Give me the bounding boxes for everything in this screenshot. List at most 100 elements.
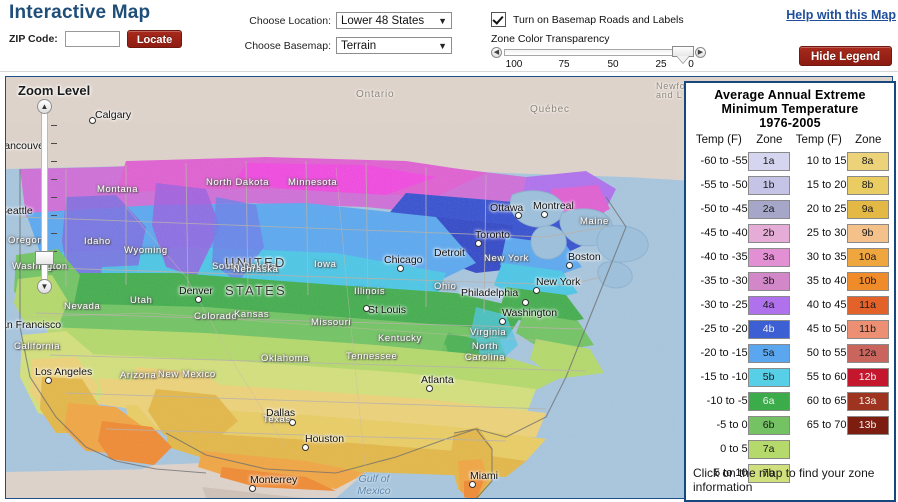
zone-swatch-13b[interactable]: 13b <box>846 415 889 435</box>
legend-row: -35 to -30 3b 35 to 40 10b <box>690 269 890 293</box>
zone-swatch-1a[interactable]: 1a <box>747 151 790 171</box>
legend-zone-cell: 12a <box>846 341 890 365</box>
legend-temp-range: 45 to 50 <box>806 323 847 335</box>
legend-row: -50 to -45 2a 20 to 25 9a <box>690 197 890 221</box>
choose-basemap-row: Choose Basemap: Terrain ▼ <box>239 37 452 54</box>
location-select-value: Lower 48 States <box>341 15 425 27</box>
zone-swatch-10a[interactable]: 10a <box>846 247 889 267</box>
legend-temp-range: -60 to -55 <box>700 155 748 167</box>
legend-col-zone-left: Zone <box>756 134 783 146</box>
zoom-slider-handle[interactable] <box>35 251 54 265</box>
zone-swatch-7a[interactable]: 7a <box>747 439 790 459</box>
legend-col-temp-right: Temp (F) <box>795 134 842 146</box>
zone-swatch-2a[interactable]: 2a <box>747 199 790 219</box>
legend-temp-range: 35 to 40 <box>806 275 847 287</box>
slider-tick: 0 <box>688 59 694 70</box>
zone-swatch-13a[interactable]: 13a <box>846 391 889 411</box>
slider-tick: 100 <box>505 59 523 70</box>
interactive-map-app: Interactive Map ZIP Code: Locate Choose … <box>0 0 898 502</box>
zone-swatch-1b[interactable]: 1b <box>747 175 790 195</box>
legend-zone-cell: 10a <box>846 245 890 269</box>
zone-swatch-9b[interactable]: 9b <box>846 223 889 243</box>
legend-row: -40 to -35 3a 30 to 35 10a <box>690 245 890 269</box>
slider-tick-labels: 100 75 50 25 0 <box>491 59 706 71</box>
legend-zone-cell: 3b <box>747 269 791 293</box>
legend-temp-range: -15 to -10 <box>700 371 748 383</box>
legend-zone-cell: 1a <box>747 149 791 173</box>
legend-temp-range: -10 to -5 <box>706 395 748 407</box>
legend-header-row: Temp (F) Zone Temp (F) Zone <box>690 133 890 149</box>
arrow-left-icon[interactable]: ◀ <box>491 47 502 58</box>
legend-zone-cell: 12b <box>846 365 890 389</box>
legend-zone-cell: 7a <box>747 437 791 461</box>
zone-swatch-9a[interactable]: 9a <box>846 199 889 219</box>
toolbar: Interactive Map ZIP Code: Locate Choose … <box>0 0 898 72</box>
legend-row: -5 to 0 6b 65 to 70 13b <box>690 413 890 437</box>
zoom-slider[interactable]: ▲ ▼ <box>34 99 57 294</box>
legend-zone-cell: 9a <box>846 197 890 221</box>
slider-handle[interactable] <box>672 46 694 57</box>
legend-temp-range: 25 to 30 <box>806 227 847 239</box>
zone-swatch-3b[interactable]: 3b <box>747 271 790 291</box>
legend-temp-range: 60 to 65 <box>806 395 847 407</box>
locate-button[interactable]: Locate <box>126 30 183 48</box>
zip-search-row: ZIP Code: Locate <box>9 30 183 48</box>
legend-row: -30 to -25 4a 40 to 45 11a <box>690 293 890 317</box>
legend-zone-cell: 6b <box>747 413 791 437</box>
legend-col-zone-right: Zone <box>855 134 882 146</box>
page-title: Interactive Map <box>9 2 151 23</box>
slider-tick: 50 <box>607 59 619 70</box>
legend-row: -55 to -50 1b 15 to 20 8b <box>690 173 890 197</box>
zone-transparency-slider[interactable]: ◀ ▶ <box>491 46 706 58</box>
zone-swatch-4b[interactable]: 4b <box>747 319 790 339</box>
legend-zone-cell: 5a <box>747 341 791 365</box>
legend-zone-cell: 2a <box>747 197 791 221</box>
zone-swatch-6b[interactable]: 6b <box>747 415 790 435</box>
legend-title-line1: Average Annual Extreme <box>714 88 866 102</box>
arrow-right-icon[interactable]: ▶ <box>695 47 706 58</box>
legend-row: 0 to 5 7a <box>690 437 890 461</box>
zone-swatch-11b[interactable]: 11b <box>846 319 889 339</box>
hide-legend-button[interactable]: Hide Legend <box>798 46 892 66</box>
legend-temp-range: -25 to -20 <box>700 323 748 335</box>
zone-swatch-5b[interactable]: 5b <box>747 367 790 387</box>
legend-zone-cell: 10b <box>846 269 890 293</box>
chooser-group: Choose Location: Lower 48 States ▼ Choos… <box>239 12 452 62</box>
zone-swatch-12b[interactable]: 12b <box>846 367 889 387</box>
chevron-down-icon: ▼ <box>438 16 447 26</box>
zone-swatch-2b[interactable]: 2b <box>747 223 790 243</box>
zone-swatch-3a[interactable]: 3a <box>747 247 790 267</box>
legend-row: -60 to -55 1a 10 to 15 8a <box>690 149 890 173</box>
zone-swatch-8b[interactable]: 8b <box>846 175 889 195</box>
legend-title-line2: Minimum Temperature <box>721 102 859 116</box>
zone-swatch-11a[interactable]: 11a <box>846 295 889 315</box>
zone-swatch-6a[interactable]: 6a <box>747 391 790 411</box>
basemap-select[interactable]: Terrain ▼ <box>336 37 452 54</box>
zone-transparency-control: Zone Color Transparency ◀ ▶ 100 75 50 25… <box>491 33 706 71</box>
slider-track[interactable] <box>504 49 693 56</box>
legend-zone-cell: 2b <box>747 221 791 245</box>
legend-footer-text: Click on the map to find your zone infor… <box>693 466 875 494</box>
zone-swatch-4a[interactable]: 4a <box>747 295 790 315</box>
zone-swatch-8a[interactable]: 8a <box>846 151 889 171</box>
zoom-level-label: Zoom Level <box>18 83 91 98</box>
slider-tick: 75 <box>558 59 570 70</box>
legend-temp-range: -35 to -30 <box>700 275 748 287</box>
location-select[interactable]: Lower 48 States ▼ <box>336 12 452 29</box>
zone-swatch-5a[interactable]: 5a <box>747 343 790 363</box>
legend-panel: Average Annual Extreme Minimum Temperatu… <box>684 81 896 502</box>
zone-swatch-10b[interactable]: 10b <box>846 271 889 291</box>
legend-zone-cell: 9b <box>846 221 890 245</box>
choose-location-label: Choose Location: <box>249 14 331 27</box>
legend-temp-range: 10 to 15 <box>806 155 847 167</box>
legend-zone-cell: 8b <box>846 173 890 197</box>
zone-swatch-12a[interactable]: 12a <box>846 343 889 363</box>
legend-zone-cell: 4b <box>747 317 791 341</box>
help-with-map-link[interactable]: Help with this Map <box>786 8 896 22</box>
legend-col-temp-left: Temp (F) <box>695 134 742 146</box>
legend-temp-range: -50 to -45 <box>700 203 748 215</box>
zip-code-input[interactable] <box>64 31 120 47</box>
arrow-up-icon[interactable]: ▲ <box>37 99 52 114</box>
arrow-down-icon[interactable]: ▼ <box>37 279 52 294</box>
basemap-roads-checkbox[interactable] <box>491 12 506 27</box>
